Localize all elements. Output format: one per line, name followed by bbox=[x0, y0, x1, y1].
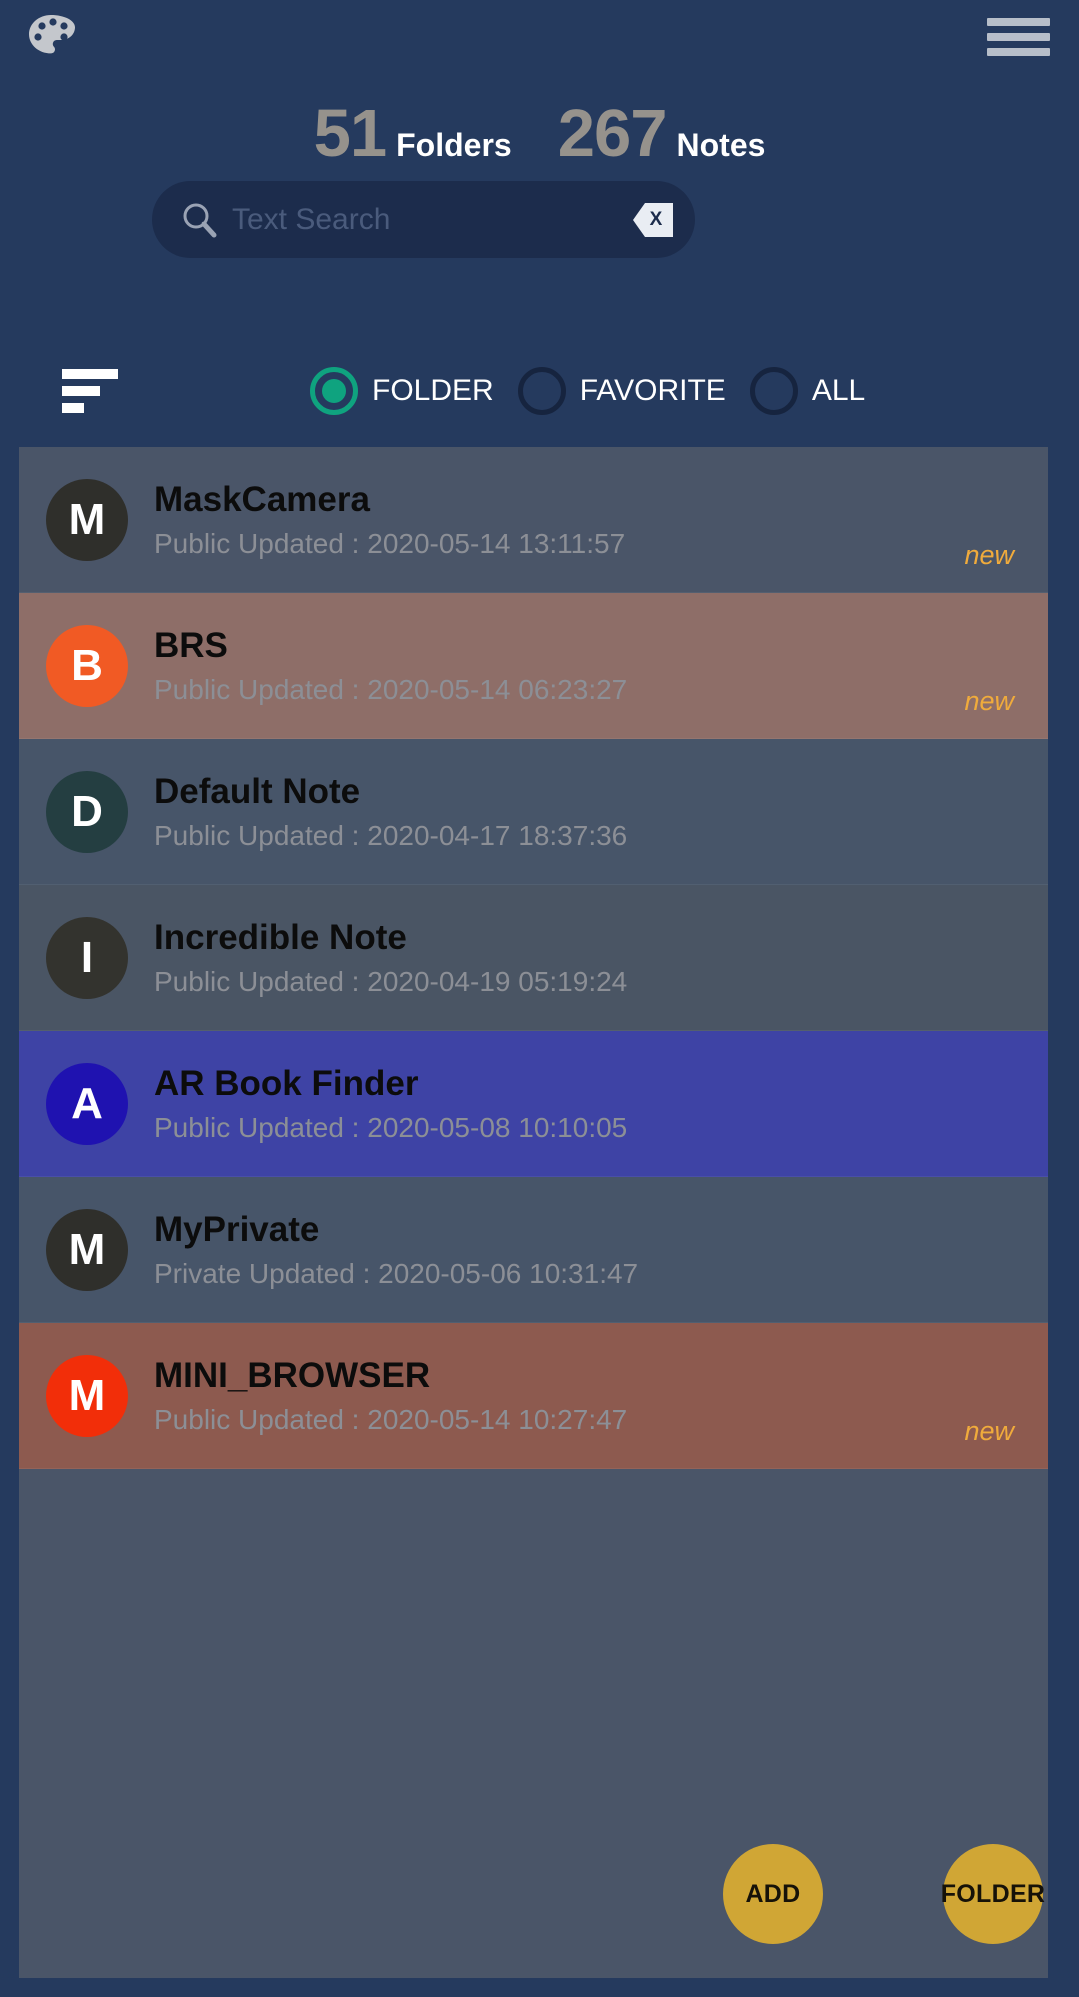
folder-list-item[interactable]: M MaskCamera Public Updated : 2020-05-14 1… bbox=[19, 447, 1048, 593]
search-bar[interactable]: X bbox=[152, 181, 695, 258]
list-item-title: BRS bbox=[154, 626, 228, 665]
counts-summary: 51 Folders 267 Notes bbox=[0, 100, 1079, 167]
filter-radio-label: ALL bbox=[811, 374, 866, 407]
list-item-texts: BRS Public Updated : 2020-05-14 06:23:27 bbox=[154, 625, 1048, 706]
list-item-subtitle: Public Updated : 2020-04-17 18:37:36 bbox=[154, 820, 628, 851]
filter-radio-favorite[interactable]: FAVORITE bbox=[517, 367, 726, 415]
avatar: B bbox=[46, 624, 128, 707]
list-item-texts: MyPrivate Private Updated : 2020-05-06 10… bbox=[154, 1209, 1048, 1290]
status-badge: new bbox=[964, 686, 1014, 716]
folder-button-label: FOLDER bbox=[940, 1879, 1046, 1908]
list-item-subtitle: Public Updated : 2020-05-14 13:11:57 bbox=[154, 528, 626, 559]
list-item-texts: Incredible Note Public Updated : 2020-04-… bbox=[154, 917, 1048, 998]
sort-bar bbox=[62, 403, 84, 413]
sort-bar bbox=[62, 369, 118, 379]
folders-count-group: 51 Folders bbox=[314, 100, 512, 167]
folder-list-item[interactable]: M MINI_BROWSER Public Updated : 2020-05-14… bbox=[19, 1323, 1048, 1469]
radio-circle-icon bbox=[517, 367, 566, 415]
notes-count-group: 267 Notes bbox=[558, 100, 766, 167]
filter-radio-label: FAVORITE bbox=[579, 374, 726, 407]
folders-count-label: Folders bbox=[396, 127, 512, 163]
clear-search-label: X bbox=[649, 208, 663, 230]
list-item-texts: MINI_BROWSER Public Updated : 2020-05-14 … bbox=[154, 1355, 1048, 1436]
folder-list-item[interactable]: A AR Book Finder Public Updated : 2020-05-… bbox=[19, 1031, 1048, 1177]
list-item-texts: MaskCamera Public Updated : 2020-05-14 13… bbox=[154, 479, 1048, 560]
list-item-title: MINI_BROWSER bbox=[154, 1356, 431, 1395]
hamburger-menu-icon[interactable] bbox=[987, 18, 1050, 56]
avatar: M bbox=[46, 478, 128, 561]
folder-list[interactable]: M MaskCamera Public Updated : 2020-05-14 1… bbox=[19, 447, 1048, 1978]
search-icon bbox=[180, 201, 218, 239]
list-item-subtitle: Private Updated : 2020-05-06 10:31:47 bbox=[154, 1258, 639, 1289]
sort-bar bbox=[62, 386, 100, 396]
list-item-title: MyPrivate bbox=[154, 1210, 320, 1249]
avatar: I bbox=[46, 916, 128, 999]
clear-search-icon[interactable]: X bbox=[633, 202, 673, 237]
filter-radio-label: FOLDER bbox=[372, 374, 494, 407]
notes-count-value: 267 bbox=[557, 96, 668, 171]
folder-button[interactable]: FOLDER bbox=[940, 1844, 1046, 1944]
avatar: M bbox=[46, 1354, 128, 1437]
folder-list-item[interactable]: M MyPrivate Private Updated : 2020-05-06 1… bbox=[19, 1177, 1048, 1323]
list-item-texts: AR Book Finder Public Updated : 2020-05-0… bbox=[154, 1063, 1048, 1144]
list-item-title: AR Book Finder bbox=[154, 1064, 419, 1103]
status-badge: new bbox=[964, 1416, 1014, 1446]
avatar: D bbox=[46, 770, 128, 853]
filter-radio-all[interactable]: ALL bbox=[749, 367, 866, 415]
list-item-subtitle: Public Updated : 2020-05-14 06:23:27 bbox=[154, 674, 628, 705]
list-item-subtitle: Public Updated : 2020-05-14 10:27:47 bbox=[154, 1404, 628, 1435]
filter-radio-group: FOLDER FAVORITE ALL bbox=[310, 355, 865, 427]
hamburger-bar bbox=[987, 48, 1050, 56]
filter-radio-folder[interactable]: FOLDER bbox=[310, 367, 494, 415]
notes-count-label: Notes bbox=[676, 127, 766, 163]
list-item-title: Default Note bbox=[154, 772, 361, 811]
radio-circle-icon bbox=[310, 367, 358, 415]
folders-count-value: 51 bbox=[313, 96, 388, 171]
radio-circle-icon bbox=[749, 367, 798, 415]
filter-row: FOLDER FAVORITE ALL bbox=[0, 355, 1079, 427]
list-item-subtitle: Public Updated : 2020-04-19 05:19:24 bbox=[154, 966, 628, 997]
top-bar bbox=[0, 0, 1079, 72]
palette-icon[interactable] bbox=[26, 12, 76, 60]
avatar: A bbox=[46, 1062, 128, 1145]
folder-list-item[interactable]: D Default Note Public Updated : 2020-04-17… bbox=[19, 739, 1048, 885]
sort-icon[interactable] bbox=[62, 369, 118, 413]
hamburger-bar bbox=[987, 18, 1050, 26]
list-item-title: Incredible Note bbox=[154, 918, 407, 957]
hamburger-bar bbox=[987, 33, 1050, 41]
search-input[interactable] bbox=[232, 202, 633, 237]
app-screen: 51 Folders 267 Notes X bbox=[0, 0, 1079, 1997]
list-item-subtitle: Public Updated : 2020-05-08 10:10:05 bbox=[154, 1112, 628, 1143]
add-button[interactable]: ADD bbox=[723, 1844, 823, 1944]
add-button-label: ADD bbox=[745, 1879, 801, 1908]
list-item-title: MaskCamera bbox=[154, 480, 370, 519]
folder-list-item[interactable]: I Incredible Note Public Updated : 2020-04… bbox=[19, 885, 1048, 1031]
status-badge: new bbox=[964, 540, 1014, 570]
avatar: M bbox=[46, 1208, 128, 1291]
list-item-texts: Default Note Public Updated : 2020-04-17 … bbox=[154, 771, 1048, 852]
folder-list-item[interactable]: B BRS Public Updated : 2020-05-14 06:23:27… bbox=[19, 593, 1048, 739]
